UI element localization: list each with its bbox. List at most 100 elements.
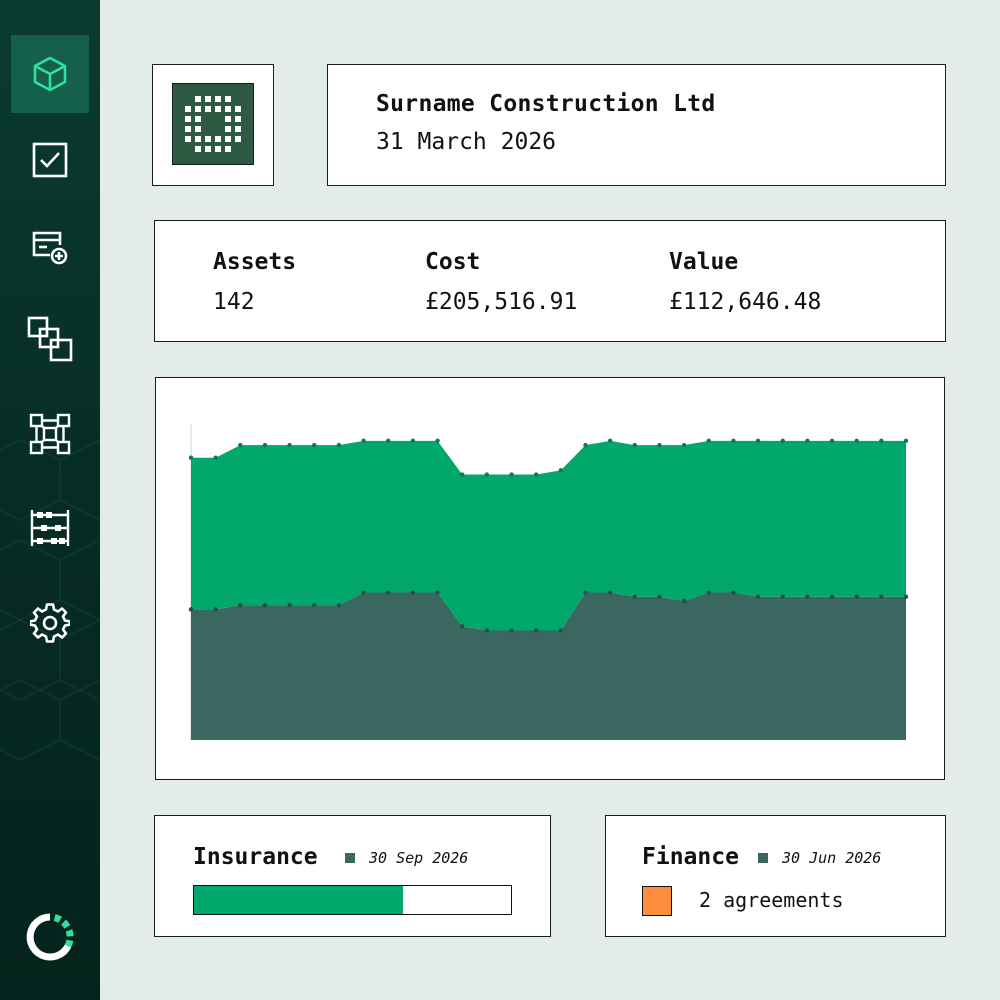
data-point[interactable] xyxy=(657,442,662,448)
nav-item-network[interactable] xyxy=(11,395,89,473)
assets-label: Assets xyxy=(213,249,297,275)
data-point[interactable] xyxy=(238,442,243,448)
data-point[interactable] xyxy=(287,442,292,448)
insurance-title: Insurance xyxy=(193,844,318,870)
data-point[interactable] xyxy=(657,594,662,599)
data-point[interactable] xyxy=(632,594,637,599)
data-point[interactable] xyxy=(435,438,440,444)
data-point[interactable] xyxy=(903,594,909,599)
brand-logo[interactable] xyxy=(25,912,75,962)
company-logo-icon xyxy=(185,96,241,152)
company-logo-card xyxy=(152,64,274,186)
data-point[interactable] xyxy=(632,442,637,448)
nav-item-add-card[interactable] xyxy=(11,208,89,286)
data-point[interactable] xyxy=(681,442,687,448)
data-point[interactable] xyxy=(829,438,835,444)
nav-item-assets[interactable] xyxy=(11,35,89,113)
data-point[interactable] xyxy=(829,594,835,599)
finance-date-marker xyxy=(758,853,768,863)
data-point[interactable] xyxy=(312,442,317,448)
company-logo xyxy=(172,83,254,165)
data-point[interactable] xyxy=(731,438,736,444)
data-point[interactable] xyxy=(533,628,539,633)
copy-squares-icon xyxy=(27,316,73,362)
data-point[interactable] xyxy=(460,472,465,477)
data-point[interactable] xyxy=(903,438,909,444)
data-point[interactable] xyxy=(213,607,218,612)
nav-item-copies[interactable] xyxy=(11,300,89,378)
data-point[interactable] xyxy=(805,594,810,599)
data-point[interactable] xyxy=(509,628,514,633)
data-point[interactable] xyxy=(410,438,416,444)
data-point[interactable] xyxy=(755,438,761,444)
data-point[interactable] xyxy=(336,442,342,448)
data-point[interactable] xyxy=(780,594,785,599)
data-point[interactable] xyxy=(312,602,317,608)
value-chart-card xyxy=(155,377,945,780)
data-point[interactable] xyxy=(558,468,564,473)
finance-card[interactable]: Finance 30 Jun 2026 2 agreements xyxy=(605,815,946,937)
sidebar xyxy=(0,0,100,1000)
data-point[interactable] xyxy=(484,472,490,477)
data-point[interactable] xyxy=(879,438,884,444)
data-point[interactable] xyxy=(706,590,711,595)
data-point[interactable] xyxy=(262,442,268,448)
data-point[interactable] xyxy=(460,624,465,629)
cube-icon xyxy=(33,56,67,92)
nav-item-settings[interactable] xyxy=(11,584,89,662)
nav-item-tasks[interactable] xyxy=(11,121,89,199)
data-point[interactable] xyxy=(509,472,514,477)
data-point[interactable] xyxy=(558,628,564,633)
insurance-progress-bar xyxy=(193,885,512,915)
finance-date: 30 Jun 2026 xyxy=(782,849,882,867)
report-date: 31 March 2026 xyxy=(376,129,557,155)
data-point[interactable] xyxy=(361,590,366,595)
data-point[interactable] xyxy=(583,442,588,448)
data-point[interactable] xyxy=(188,455,194,460)
data-point[interactable] xyxy=(410,590,416,595)
data-point[interactable] xyxy=(533,472,539,477)
data-point[interactable] xyxy=(755,594,761,599)
data-point[interactable] xyxy=(287,602,292,608)
data-point[interactable] xyxy=(607,438,613,444)
data-point[interactable] xyxy=(706,438,711,444)
checkbox-icon xyxy=(32,142,68,178)
data-point[interactable] xyxy=(262,602,268,608)
finance-title: Finance xyxy=(642,844,739,870)
add-card-icon xyxy=(32,231,68,265)
value-label: Value xyxy=(669,249,739,275)
data-point[interactable] xyxy=(731,590,736,595)
insurance-date: 30 Sep 2026 xyxy=(369,849,469,867)
data-point[interactable] xyxy=(484,628,490,633)
cost-label: Cost xyxy=(425,249,481,275)
data-point[interactable] xyxy=(386,438,391,444)
data-point[interactable] xyxy=(805,438,810,444)
data-point[interactable] xyxy=(854,438,859,444)
data-point[interactable] xyxy=(238,602,243,608)
company-header-card: Surname Construction Ltd 31 March 2026 xyxy=(327,64,946,186)
nav-item-ledger[interactable] xyxy=(11,489,89,567)
insurance-progress-fill xyxy=(194,886,404,914)
insurance-card[interactable]: Insurance 30 Sep 2026 xyxy=(154,815,551,937)
data-point[interactable] xyxy=(213,455,218,460)
data-point[interactable] xyxy=(336,602,342,608)
data-point[interactable] xyxy=(854,594,859,599)
stacked-area-chart xyxy=(188,424,909,740)
data-point[interactable] xyxy=(583,590,588,595)
insurance-date-marker xyxy=(345,853,355,863)
agreements-swatch xyxy=(642,886,672,916)
data-point[interactable] xyxy=(879,594,884,599)
value-value: £112,646.48 xyxy=(669,289,822,315)
data-point[interactable] xyxy=(386,590,391,595)
data-point[interactable] xyxy=(188,607,194,612)
data-point[interactable] xyxy=(607,590,613,595)
network-icon xyxy=(29,413,71,455)
data-point[interactable] xyxy=(361,438,366,444)
data-point[interactable] xyxy=(681,598,687,604)
data-point[interactable] xyxy=(780,438,785,444)
company-name: Surname Construction Ltd xyxy=(376,91,716,117)
data-point[interactable] xyxy=(435,590,440,595)
agreements-count: 2 agreements xyxy=(699,888,844,912)
cost-value: £205,516.91 xyxy=(425,289,578,315)
gear-icon xyxy=(30,603,70,643)
